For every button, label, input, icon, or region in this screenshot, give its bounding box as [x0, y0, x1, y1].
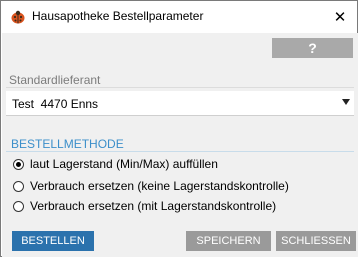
window-title: Hausapotheke Bestellparameter	[32, 9, 204, 23]
supplier-label: Standardlieferant	[9, 73, 101, 87]
dialog-body: ? Standardlieferant Test 4470 Enns BESTE…	[2, 33, 358, 257]
radio-button-checked[interactable]	[13, 158, 24, 170]
close-icon[interactable]: ✕	[331, 8, 349, 26]
order-button[interactable]: BESTELLEN	[12, 231, 94, 251]
radio-option-with-stock-check[interactable]: Verbrauch ersetzen (mit Lagerstandskontr…	[13, 199, 276, 213]
supplier-select[interactable]: Test 4470 Enns	[6, 91, 354, 116]
save-button[interactable]: SPEICHERN	[186, 231, 271, 251]
help-button[interactable]: ?	[272, 38, 353, 58]
divider	[6, 87, 354, 88]
close-button[interactable]: SCHLIESSEN	[276, 231, 356, 251]
divider	[6, 151, 354, 152]
ladybug-icon	[10, 10, 26, 24]
radio-option-no-stock-check[interactable]: Verbrauch ersetzen (keine Lagerstandskon…	[13, 179, 289, 193]
dialog-window: Hausapotheke Bestellparameter ✕ ? Standa…	[0, 0, 358, 257]
title-bar: Hausapotheke Bestellparameter ✕	[1, 1, 357, 33]
radio-button[interactable]	[13, 180, 24, 192]
order-method-heading: BESTELLMETHODE	[11, 137, 124, 151]
radio-label: Verbrauch ersetzen (keine Lagerstandskon…	[30, 179, 289, 193]
chevron-down-icon[interactable]	[342, 99, 350, 105]
radio-label: laut Lagerstand (Min/Max) auffüllen	[30, 157, 218, 171]
supplier-select-value: Test 4470 Enns	[12, 97, 99, 111]
radio-option-minmax[interactable]: laut Lagerstand (Min/Max) auffüllen	[13, 157, 218, 171]
radio-label: Verbrauch ersetzen (mit Lagerstandskontr…	[30, 199, 277, 213]
radio-button[interactable]	[13, 200, 24, 212]
